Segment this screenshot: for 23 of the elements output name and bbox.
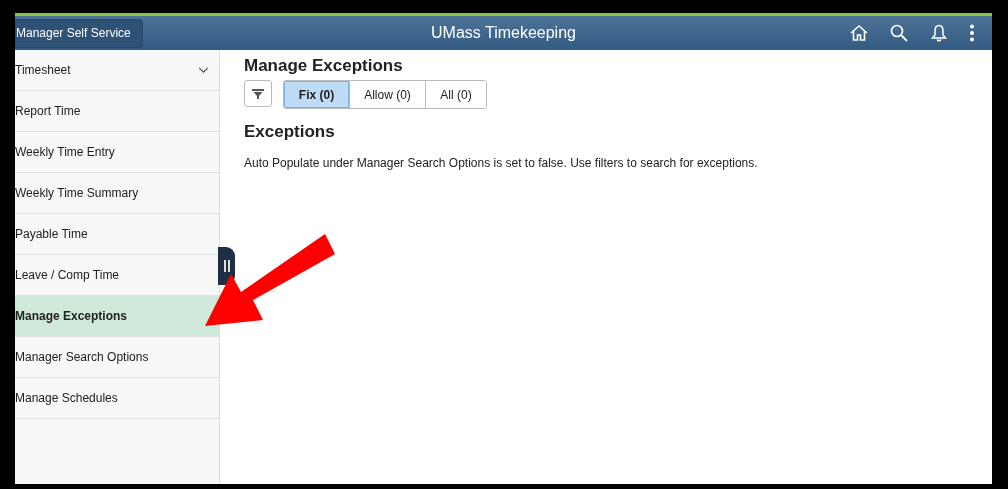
sidebar-item[interactable]: Report Time [15, 91, 219, 132]
chevron-icon[interactable] [198, 66, 209, 74]
home-icon[interactable] [849, 23, 869, 43]
sidebar-item[interactable]: Manage Exceptions [15, 296, 219, 337]
page-heading: Manage Exceptions [244, 56, 404, 76]
sidebar-item[interactable]: Weekly Time Entry [15, 132, 219, 173]
bell-icon[interactable] [929, 23, 949, 43]
back-button[interactable]: Manager Self Service [15, 18, 143, 48]
segment-tab[interactable]: Fix (0) [284, 81, 349, 108]
page-title: UMass Timekeeping [431, 24, 576, 42]
segment-tab[interactable]: All (0) [425, 81, 486, 108]
search-icon[interactable] [889, 23, 909, 43]
message-text: Auto Populate under Manager Search Options is set to false. Use filters to search for exceptions. [244, 156, 759, 170]
sidebar-item[interactable]: Manager Search Options [15, 337, 219, 378]
sidebar-item[interactable]: Weekly Time Summary [15, 173, 219, 214]
more-icon[interactable] [969, 23, 975, 43]
funnel-icon [252, 87, 264, 100]
sidebar-item[interactable]: Payable Time [15, 214, 219, 255]
filter-button[interactable] [244, 80, 272, 107]
sidebar-item[interactable]: Timesheet [15, 50, 219, 91]
section-heading: Exceptions [244, 122, 336, 142]
sidebar-item[interactable]: Manage Schedules [15, 378, 219, 419]
collapse-handle[interactable] [218, 247, 235, 285]
